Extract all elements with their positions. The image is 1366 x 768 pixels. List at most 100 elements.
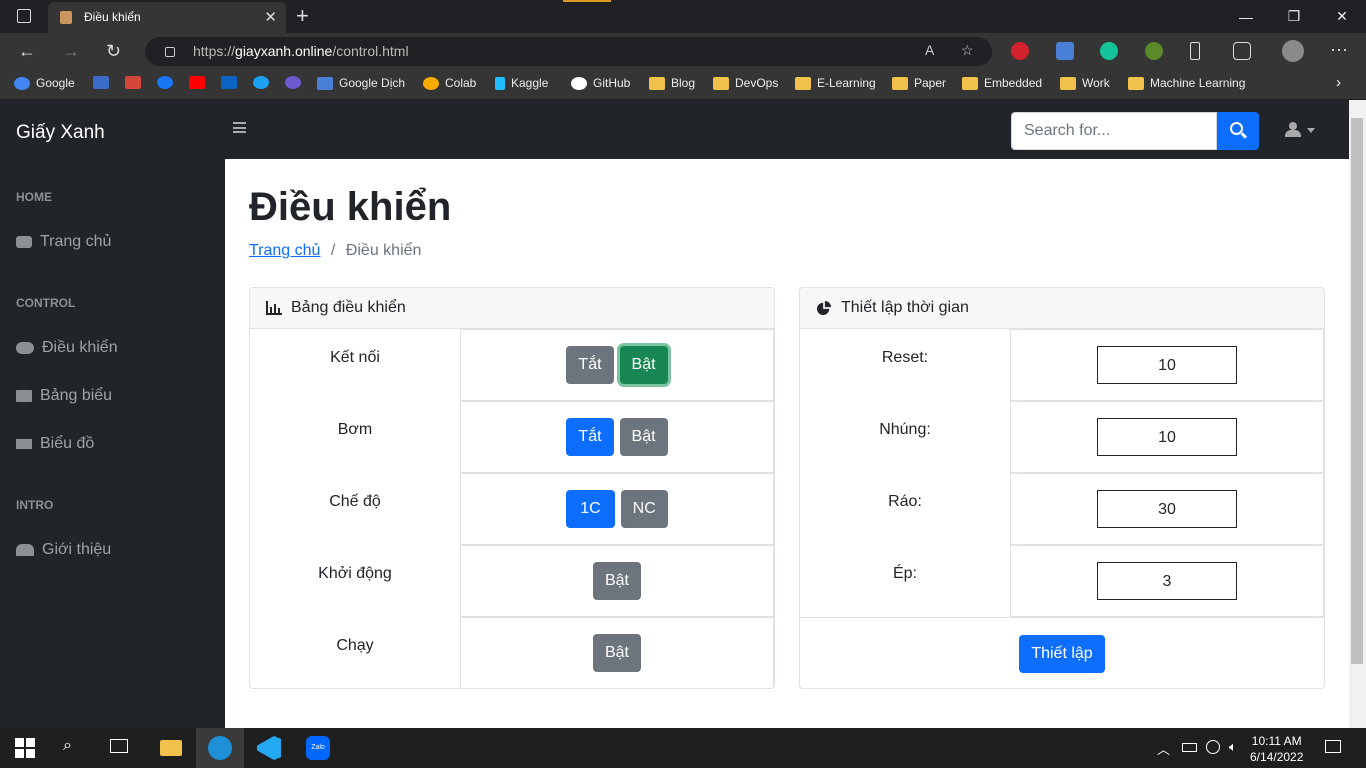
lock-icon xyxy=(165,47,175,57)
row-label: Chạy xyxy=(336,637,374,654)
taskbar-clock[interactable]: 10:11 AM 6/14/2022 xyxy=(1250,733,1303,765)
pump-off-button[interactable]: Tắt xyxy=(566,418,614,456)
youtube-icon[interactable] xyxy=(189,76,205,89)
time-row-drain: Ráo: xyxy=(800,473,1324,545)
battery-icon[interactable] xyxy=(1182,743,1197,752)
new-tab-icon[interactable]: + xyxy=(296,3,309,29)
row-actions: 1C NC xyxy=(460,473,774,545)
sidebar-heading-home: HOME xyxy=(16,190,52,204)
caret-down-icon xyxy=(1307,128,1315,133)
pie-chart-icon xyxy=(817,301,831,315)
favorites-add-icon[interactable]: ☆ xyxy=(961,42,974,59)
pump-on-button[interactable]: Bật xyxy=(619,418,668,456)
page-scrollbar[interactable] xyxy=(1349,100,1366,728)
control-row-start: Khởi động Bật xyxy=(250,545,774,617)
users-icon xyxy=(16,544,34,556)
sidebar-item-charts[interactable]: Biểu đồ xyxy=(16,435,94,453)
main-content: Điều khiển Trang chủ / Điều khiển Bảng đ… xyxy=(225,159,1349,728)
search-input[interactable] xyxy=(1011,112,1217,150)
sidebar-item-home[interactable]: Trang chủ xyxy=(16,233,111,251)
connection-off-button[interactable]: Tắt xyxy=(566,346,614,384)
sidebar-item-tables[interactable]: Bảng biểu xyxy=(16,387,112,405)
bookmark-folder-embedded[interactable]: Embedded xyxy=(962,76,1042,90)
user-menu[interactable] xyxy=(1285,122,1317,138)
tab-close-icon[interactable]: ✕ xyxy=(264,8,277,26)
twitter-icon[interactable] xyxy=(253,76,269,89)
sidebar-toggle-icon[interactable] xyxy=(233,122,246,133)
bookmark-folder-devops[interactable]: DevOps xyxy=(713,76,778,90)
sidebar-item-about[interactable]: Giới thiệu xyxy=(16,541,111,559)
task-view-icon[interactable] xyxy=(110,739,128,753)
adblock-extension-icon[interactable] xyxy=(1011,42,1029,60)
scrollbar-thumb[interactable] xyxy=(1351,118,1363,664)
refresh-icon[interactable]: ↻ xyxy=(106,41,121,62)
bookmark-icon[interactable] xyxy=(93,76,109,89)
bookmark-google[interactable]: Google xyxy=(14,76,75,90)
row-input-cell xyxy=(1010,329,1324,401)
connection-on-button[interactable]: Bật xyxy=(619,346,668,384)
control-card: Bảng điều khiển Kết nối Tắt Bật Bơm Tắt … xyxy=(249,287,775,689)
back-icon[interactable]: ← xyxy=(18,41,36,62)
control-row-connection: Kết nối Tắt Bật xyxy=(250,329,774,401)
chevron-right-icon[interactable]: › xyxy=(1336,74,1341,91)
sidebar: Giấy Xanh HOME Trang chủ CONTROL Điều kh… xyxy=(0,100,225,728)
forward-icon[interactable]: → xyxy=(62,41,80,62)
time-card-header: Thiết lập thời gian xyxy=(800,288,1324,329)
file-explorer-icon[interactable] xyxy=(160,740,182,756)
url-field[interactable]: https://giayxanh.online/control.html A ☆ xyxy=(145,37,992,66)
read-aloud-icon[interactable]: A xyxy=(925,42,934,58)
chevron-up-icon[interactable]: ︿ xyxy=(1157,739,1170,758)
restore-icon[interactable]: ❐ xyxy=(1270,0,1318,33)
grammarly-extension-icon[interactable] xyxy=(1100,42,1118,60)
volume-icon[interactable]: 🔈︎ xyxy=(1229,739,1237,755)
more-menu-icon[interactable]: ··· xyxy=(1330,39,1348,60)
reset-time-input[interactable] xyxy=(1097,346,1237,384)
translate-extension-icon[interactable] xyxy=(1056,42,1074,60)
breadcrumb-separator: / xyxy=(330,242,336,259)
row-actions: Tắt Bật xyxy=(460,329,774,401)
bookmark-folder-blog[interactable]: Blog xyxy=(649,76,695,90)
search-taskbar-icon[interactable]: ⌕ xyxy=(63,737,72,755)
press-time-input[interactable] xyxy=(1097,562,1237,600)
bookmark-kaggle[interactable]: Kaggle xyxy=(495,76,548,90)
breadcrumb-home-link[interactable]: Trang chủ xyxy=(249,242,320,259)
gmail-icon[interactable] xyxy=(125,76,141,89)
bookmark-google-translate[interactable]: Google Dịch xyxy=(317,76,405,90)
bookmark-github[interactable]: GitHub xyxy=(571,76,630,90)
dip-time-input[interactable] xyxy=(1097,418,1237,456)
tab-favicon-icon xyxy=(60,11,72,24)
bookmark-folder-machine-learning[interactable]: Machine Learning xyxy=(1128,76,1245,90)
bookmark-folder-work[interactable]: Work xyxy=(1060,76,1110,90)
row-label: Ép: xyxy=(892,565,917,582)
phone-icon[interactable] xyxy=(1190,42,1200,60)
brand[interactable]: Giấy Xanh xyxy=(16,122,105,144)
edge-icon[interactable] xyxy=(208,736,232,760)
sidebar-item-control[interactable]: Điều khiển xyxy=(16,339,118,357)
drain-time-input[interactable] xyxy=(1097,490,1237,528)
mode-1c-button[interactable]: 1C xyxy=(566,490,615,528)
start-on-button[interactable]: Bật xyxy=(592,562,641,600)
facebook-icon[interactable] xyxy=(157,76,173,89)
apply-settings-button[interactable]: Thiết lập xyxy=(1019,634,1105,673)
close-window-icon[interactable]: ✕ xyxy=(1318,0,1366,33)
browser-tab[interactable]: Điều khiển ✕ xyxy=(48,2,286,33)
minimize-icon[interactable]: — xyxy=(1222,0,1270,33)
zalo-icon[interactable]: Zalo xyxy=(306,736,330,760)
globe-icon[interactable] xyxy=(1206,740,1220,754)
linkedin-icon[interactable] xyxy=(221,76,237,89)
mode-nc-button[interactable]: NC xyxy=(620,490,668,528)
bookmark-colab[interactable]: Colab xyxy=(423,76,476,90)
extension-icon[interactable] xyxy=(1145,42,1163,60)
extensions-icon[interactable] xyxy=(1233,42,1251,60)
bookmark-folder-elearning[interactable]: E-Learning xyxy=(795,76,876,90)
search-button[interactable] xyxy=(1217,112,1259,150)
bookmark-folder-paper[interactable]: Paper xyxy=(892,76,946,90)
tab-actions-icon[interactable] xyxy=(17,9,31,23)
gamepad-icon xyxy=(16,342,34,354)
bookmark-icon[interactable] xyxy=(285,76,301,89)
profile-avatar[interactable] xyxy=(1282,40,1304,62)
notifications-icon[interactable] xyxy=(1325,740,1341,753)
run-on-button[interactable]: Bật xyxy=(592,634,641,672)
row-actions: Tắt Bật xyxy=(460,401,774,473)
windows-start-icon[interactable] xyxy=(15,738,35,758)
